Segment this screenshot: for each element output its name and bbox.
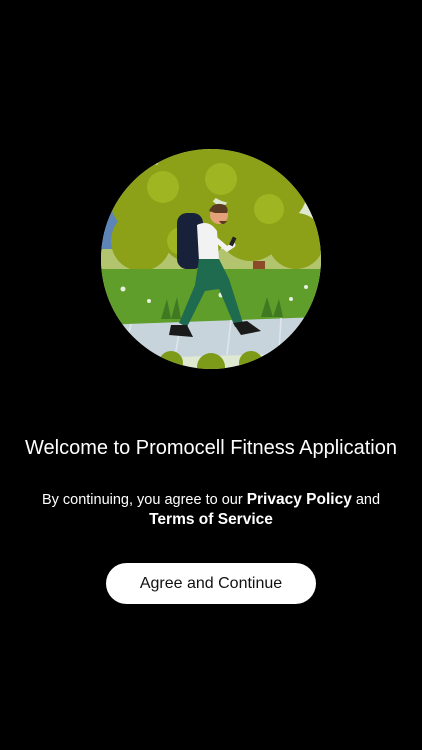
onboarding-screen: Welcome to Promocell Fitness Application… <box>0 0 422 750</box>
consent-text: By continuing, you agree to our Privacy … <box>18 490 404 530</box>
agree-and-continue-button[interactable]: Agree and Continue <box>106 563 316 604</box>
consent-joiner: and <box>351 492 381 508</box>
welcome-title: Welcome to Promocell Fitness Application <box>24 437 397 459</box>
terms-of-service-link[interactable]: Terms of Service <box>149 511 273 528</box>
hero-illustration <box>101 149 321 369</box>
walking-person-illustration <box>101 149 321 369</box>
consent-prefix: By continuing, you agree to our <box>41 492 247 508</box>
privacy-policy-link[interactable]: Privacy Policy <box>247 491 352 508</box>
